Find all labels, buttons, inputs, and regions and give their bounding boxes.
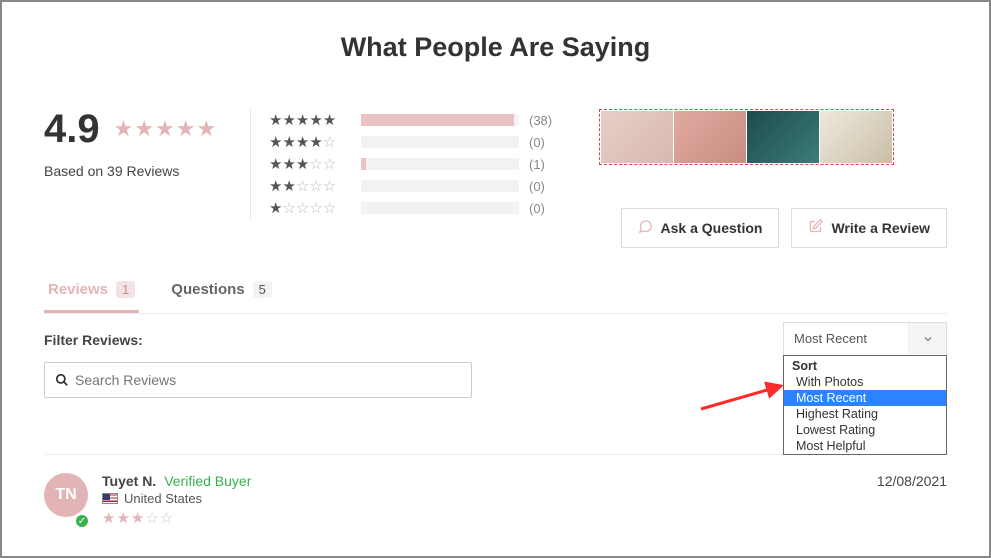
verified-check-icon: ✓ (74, 513, 90, 529)
write-review-button[interactable]: Write a Review (791, 208, 947, 248)
search-icon (55, 373, 69, 387)
thumbnail[interactable] (674, 111, 746, 163)
review-thumbnails (599, 109, 894, 165)
tab-reviews[interactable]: Reviews 1 (44, 271, 139, 313)
breakdown-row[interactable]: ★★★★☆ (0) (269, 131, 559, 153)
breakdown-stars: ★★★★★ (269, 111, 351, 129)
search-input[interactable] (75, 372, 461, 388)
sort-dropdown[interactable]: Most Recent (783, 322, 947, 356)
breakdown-stars: ★☆☆☆☆ (269, 199, 351, 217)
sort-option[interactable]: Most Helpful (784, 438, 946, 454)
sort-option[interactable]: Lowest Rating (784, 422, 946, 438)
thumbnail[interactable] (601, 111, 673, 163)
tab-questions-count: 5 (253, 281, 272, 298)
review-item: TN ✓ Tuyet N. Verified Buyer United Stat… (44, 473, 947, 527)
breakdown-row[interactable]: ★★★★★ (38) (269, 109, 559, 131)
breakdown-bar (361, 136, 519, 148)
sort-dropdown-menu: Sort With PhotosMost RecentHighest Ratin… (783, 355, 947, 455)
chevron-down-icon (908, 323, 946, 355)
ask-question-label: Ask a Question (661, 220, 763, 236)
review-stars: ★★★☆☆ (102, 509, 947, 527)
breakdown-count: (0) (529, 135, 559, 150)
breakdown-count: (1) (529, 157, 559, 172)
edit-icon (808, 219, 823, 237)
avatar: TN ✓ (44, 473, 88, 527)
breakdown-count: (38) (529, 113, 559, 128)
verified-buyer-label: Verified Buyer (164, 473, 251, 489)
overall-stars: ★★★★★ (114, 116, 218, 142)
page-title: What People Are Saying (44, 32, 947, 63)
flag-icon (102, 493, 118, 504)
tab-reviews-label: Reviews (48, 281, 108, 298)
review-date: 12/08/2021 (877, 473, 947, 489)
overall-rating: 4.9 ★★★★★ Based on 39 Reviews (44, 109, 244, 179)
breakdown-stars: ★★★☆☆ (269, 155, 351, 173)
avatar-initials: TN (44, 473, 88, 517)
breakdown-bar (361, 114, 519, 126)
breakdown-row[interactable]: ★★★☆☆ (1) (269, 153, 559, 175)
sort-menu-header: Sort (784, 356, 946, 374)
breakdown-count: (0) (529, 179, 559, 194)
overall-score: 4.9 (44, 109, 100, 149)
reviewer-country: United States (124, 491, 202, 506)
breakdown-bar (361, 202, 519, 214)
sort-option[interactable]: With Photos (784, 374, 946, 390)
breakdown-row[interactable]: ★☆☆☆☆ (0) (269, 197, 559, 219)
breakdown-stars: ★★★★☆ (269, 133, 351, 151)
rating-breakdown: ★★★★★ (38) ★★★★☆ (0) ★★★☆☆ (1) ★★☆☆☆ (0) ★☆☆☆☆ (0… (269, 109, 559, 219)
tab-questions[interactable]: Questions 5 (167, 271, 276, 313)
sort-option[interactable]: Most Recent (784, 390, 946, 406)
thumbnail[interactable] (747, 111, 819, 163)
sort-option[interactable]: Highest Rating (784, 406, 946, 422)
tab-reviews-count: 1 (116, 281, 135, 298)
ask-question-button[interactable]: Ask a Question (621, 208, 780, 248)
tabs: Reviews 1 Questions 5 (44, 271, 947, 314)
based-on-label: Based on 39 Reviews (44, 163, 244, 179)
breakdown-row[interactable]: ★★☆☆☆ (0) (269, 175, 559, 197)
breakdown-count: (0) (529, 201, 559, 216)
rating-summary: 4.9 ★★★★★ Based on 39 Reviews ★★★★★(38)★… (44, 109, 947, 219)
chat-icon (638, 219, 653, 237)
breakdown-bar (361, 158, 519, 170)
write-review-label: Write a Review (831, 220, 930, 236)
search-reviews-field[interactable] (44, 362, 472, 398)
sort-selected-label: Most Recent (784, 323, 908, 355)
thumbnail[interactable] (820, 111, 892, 163)
breakdown-bar (361, 180, 519, 192)
reviewer-name: Tuyet N. (102, 473, 156, 489)
divider (250, 109, 251, 219)
tab-questions-label: Questions (171, 281, 244, 298)
breakdown-stars: ★★☆☆☆ (269, 177, 351, 195)
